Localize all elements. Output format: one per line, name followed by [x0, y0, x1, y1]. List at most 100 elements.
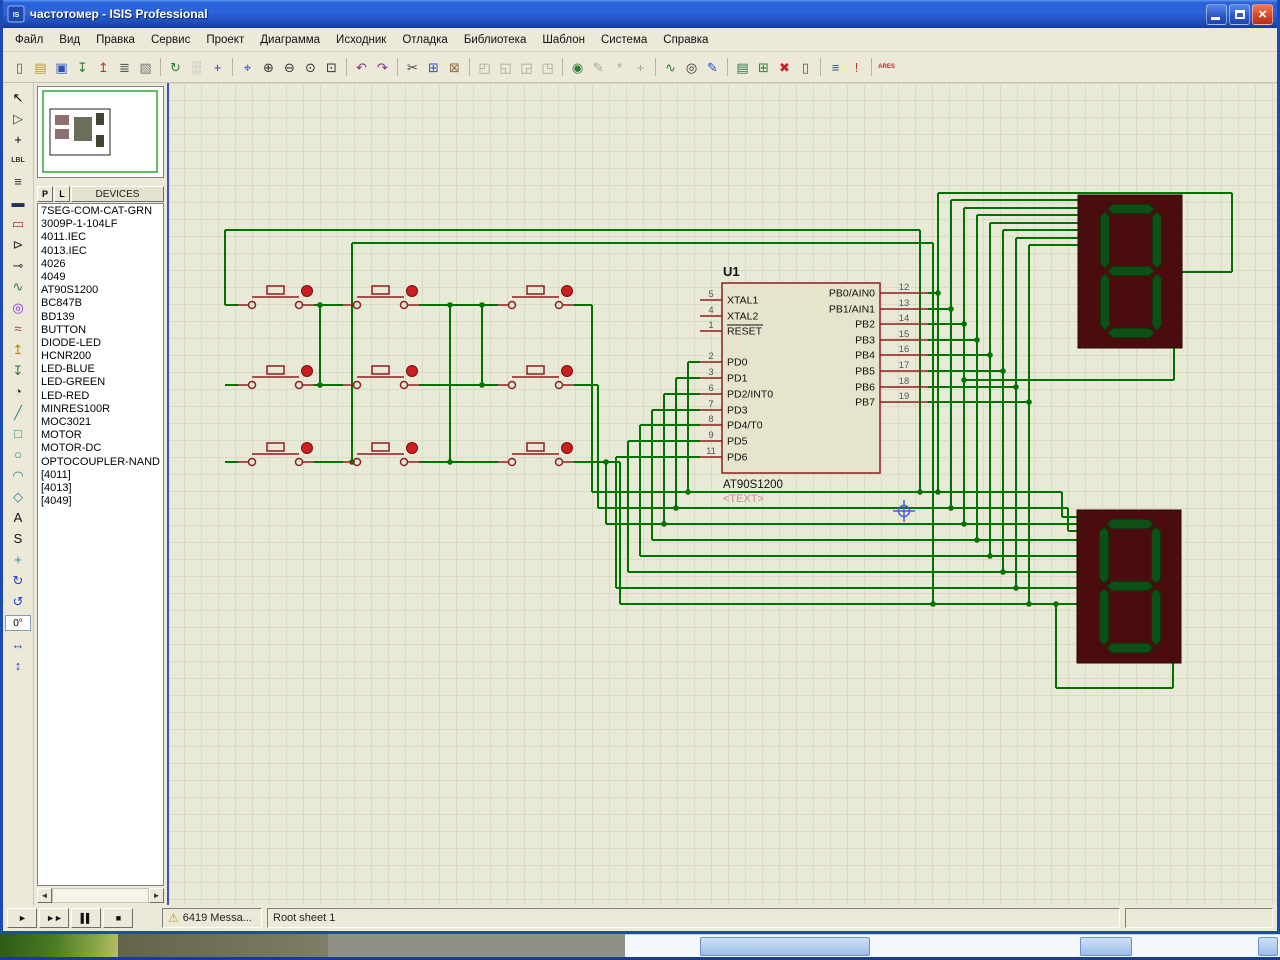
- toolbar-cut-button[interactable]: ✂: [402, 57, 423, 78]
- tool-mirror-horizontal[interactable]: ↔: [6, 634, 30, 655]
- tool-rotate-clockwise[interactable]: ↻: [6, 570, 30, 591]
- maximize-button[interactable]: [1229, 4, 1250, 25]
- device-item-5[interactable]: 4049: [38, 271, 163, 284]
- device-item-16[interactable]: MOC3021: [38, 416, 163, 429]
- device-item-18[interactable]: MOTOR-DC: [38, 442, 163, 455]
- tool-text-script-mode[interactable]: ≡: [6, 171, 30, 192]
- toolbar-zoom-out-button[interactable]: ⊖: [279, 57, 300, 78]
- menu-item-8[interactable]: Библиотека: [456, 31, 535, 49]
- toolbar-design-explorer-button[interactable]: ▤: [732, 57, 753, 78]
- toolbar-redraw-button[interactable]: ↻: [165, 57, 186, 78]
- keypad-button-8[interactable]: [498, 443, 574, 466]
- library-button[interactable]: L: [54, 186, 70, 202]
- toolbar-zoom-in-button[interactable]: ⊕: [258, 57, 279, 78]
- toolbar-center-at-cursor-button[interactable]: ⌖: [237, 57, 258, 78]
- keypad-button-1[interactable]: [343, 286, 419, 309]
- device-item-6[interactable]: AT90S1200: [38, 284, 163, 297]
- toolbar-goto-sheet-button[interactable]: ▯: [795, 57, 816, 78]
- seven-seg-display-0[interactable]: [1078, 195, 1182, 348]
- device-item-19[interactable]: OPTOCOUPLER-NAND: [38, 456, 163, 469]
- menu-item-4[interactable]: Проект: [198, 31, 252, 49]
- minimize-button[interactable]: [1206, 4, 1227, 25]
- menu-item-5[interactable]: Диаграмма: [252, 31, 328, 49]
- menu-item-3[interactable]: Сервис: [143, 31, 198, 49]
- tool-2d-path-mode[interactable]: ◇: [6, 486, 30, 507]
- keypad-button-0[interactable]: [238, 286, 314, 309]
- sim-step-button[interactable]: ►►: [39, 908, 69, 928]
- toolbar-open-design-button[interactable]: ▤: [30, 57, 51, 78]
- tool-generator-mode[interactable]: ≈: [6, 318, 30, 339]
- device-item-3[interactable]: 4013.IEC: [38, 245, 163, 258]
- menu-item-7[interactable]: Отладка: [394, 31, 455, 49]
- rotation-angle-field[interactable]: 0°: [5, 615, 31, 631]
- tool-selection-mode[interactable]: ↖: [6, 87, 30, 108]
- toolbar-electrical-rule-check-button[interactable]: !: [846, 57, 867, 78]
- overview-thumbnail[interactable]: [37, 86, 164, 178]
- tool-virtual-instruments-mode[interactable]: ◔: [6, 381, 30, 402]
- tool-voltage-probe-mode[interactable]: ↥: [6, 339, 30, 360]
- toolbar-property-assignment-button[interactable]: ✎: [702, 57, 723, 78]
- device-item-7[interactable]: BC847B: [38, 297, 163, 310]
- message-box[interactable]: ⚠6419 Messa...: [162, 908, 262, 928]
- close-button[interactable]: ×: [1252, 4, 1273, 25]
- mcu-u1[interactable]: U1AT90S1200<TEXT>5XTAL14XTAL21RESET2PD03…: [700, 264, 928, 505]
- device-item-11[interactable]: HCNR200: [38, 350, 163, 363]
- toolbar-netlist-to-ares-button[interactable]: ARES: [876, 57, 897, 78]
- device-item-20[interactable]: [4011]: [38, 469, 163, 482]
- sim-stop-button[interactable]: ■: [103, 908, 133, 928]
- toolbar-mark-output-area-button[interactable]: ▧: [135, 57, 156, 78]
- menu-item-0[interactable]: Файл: [7, 31, 51, 49]
- tool-subcircuit-mode[interactable]: ▭: [6, 213, 30, 234]
- device-item-2[interactable]: 4011.IEC: [38, 231, 163, 244]
- device-item-15[interactable]: MINRES100R: [38, 403, 163, 416]
- menu-item-6[interactable]: Исходник: [328, 31, 394, 49]
- tool-wire-label-mode[interactable]: LBL: [6, 150, 30, 171]
- device-item-10[interactable]: DIODE-LED: [38, 337, 163, 350]
- tool-current-probe-mode[interactable]: ↧: [6, 360, 30, 381]
- device-item-14[interactable]: LED-RED: [38, 390, 163, 403]
- keypad-button-4[interactable]: [343, 366, 419, 389]
- toolbar-pick-parts-button[interactable]: ◉: [567, 57, 588, 78]
- device-item-8[interactable]: BD139: [38, 311, 163, 324]
- tool-junction-dot-mode[interactable]: +: [6, 129, 30, 150]
- toolbar-toggle-grid-button[interactable]: ░: [186, 57, 207, 78]
- toolbar-new-sheet-button[interactable]: ⊞: [753, 57, 774, 78]
- device-item-22[interactable]: [4049]: [38, 495, 163, 508]
- keypad-button-3[interactable]: [238, 366, 314, 389]
- device-item-4[interactable]: 4026: [38, 258, 163, 271]
- device-item-13[interactable]: LED-GREEN: [38, 376, 163, 389]
- menu-item-2[interactable]: Правка: [88, 31, 143, 49]
- toolbar-export-section-button[interactable]: ↥: [93, 57, 114, 78]
- tool-2d-symbol-mode[interactable]: S: [6, 528, 30, 549]
- device-item-21[interactable]: [4013]: [38, 482, 163, 495]
- tool-device-pins-mode[interactable]: ⊸: [6, 255, 30, 276]
- scroll-left-icon[interactable]: ◄: [37, 888, 52, 903]
- tool-2d-arc-mode[interactable]: ◠: [6, 465, 30, 486]
- menu-item-1[interactable]: Вид: [51, 31, 88, 49]
- sim-pause-button[interactable]: ▌▌: [71, 908, 101, 928]
- keypad-button-6[interactable]: [238, 443, 314, 466]
- keypad-button-5[interactable]: [498, 366, 574, 389]
- menu-item-10[interactable]: Система: [593, 31, 655, 49]
- menu-item-11[interactable]: Справка: [655, 31, 716, 49]
- device-item-9[interactable]: BUTTON: [38, 324, 163, 337]
- toolbar-save-design-button[interactable]: ▣: [51, 57, 72, 78]
- tool-buses-mode[interactable]: ▬: [6, 192, 30, 213]
- device-item-17[interactable]: MOTOR: [38, 429, 163, 442]
- tool-markers-mode[interactable]: +: [6, 549, 30, 570]
- toolbar-undo-button[interactable]: ↶: [351, 57, 372, 78]
- seven-seg-display-1[interactable]: [1077, 510, 1181, 663]
- tool-mirror-vertical[interactable]: ↕: [6, 655, 30, 676]
- tool-2d-box-mode[interactable]: □: [6, 423, 30, 444]
- tool-terminals-mode[interactable]: ⊳: [6, 234, 30, 255]
- device-item-1[interactable]: 3009P-1-104LF: [38, 218, 163, 231]
- toolbar-remove-sheet-button[interactable]: ✖: [774, 57, 795, 78]
- toolbar-zoom-area-button[interactable]: ⊡: [321, 57, 342, 78]
- toolbar-false-origin-button[interactable]: +: [207, 57, 228, 78]
- toolbar-print-button[interactable]: ≣: [114, 57, 135, 78]
- scrollbar-thumb-2[interactable]: [1080, 937, 1132, 956]
- menu-item-9[interactable]: Шаблон: [534, 31, 593, 49]
- scrollbar-thumb[interactable]: [700, 937, 870, 956]
- tool-graph-mode[interactable]: ∿: [6, 276, 30, 297]
- pick-button[interactable]: P: [37, 186, 53, 202]
